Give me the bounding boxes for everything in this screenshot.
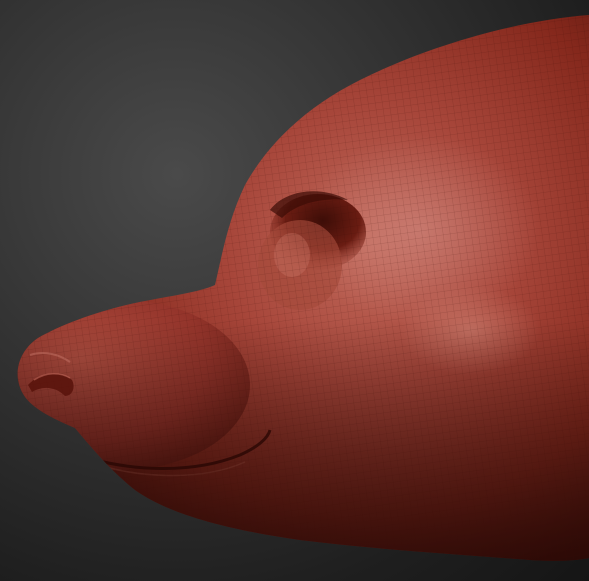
head-mesh	[17, 15, 589, 561]
3d-viewport[interactable]	[0, 0, 589, 581]
sculpt-render	[17, 15, 589, 561]
